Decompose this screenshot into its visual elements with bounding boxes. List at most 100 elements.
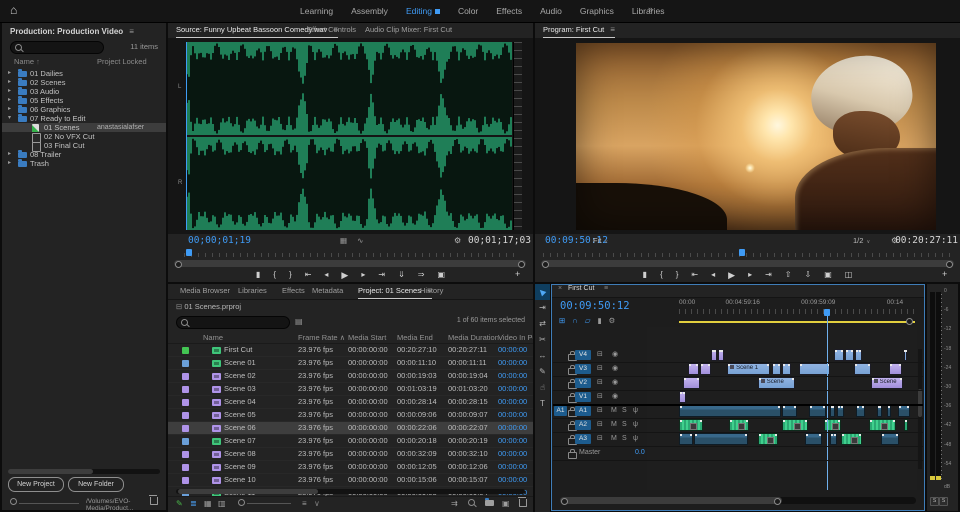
workspace-tab-editing[interactable]: Editing [406,6,440,16]
master-gain-value[interactable]: 0.0 [635,448,645,458]
production-search-input[interactable] [10,41,104,54]
source-ruler-playhead[interactable] [186,249,192,256]
tree-item-02-no-vfx-cut[interactable]: 02 No VFX Cut [2,132,166,141]
track-target-a3[interactable]: A3 [575,434,591,444]
zoom-slider[interactable] [10,498,79,507]
new-bin-button[interactable] [485,499,494,508]
wrench-icon[interactable]: ⚙ [454,236,461,245]
zoom-level-select[interactable]: Fit∨ [593,236,608,245]
export-frame-button[interactable]: ▣ [824,270,832,281]
timeline-vscrollbar[interactable] [918,349,922,469]
tree-expander-icon[interactable]: ▸ [8,87,11,96]
clip-v2[interactable] [683,377,700,389]
tree-item-02-scenes[interactable]: ▸02 Scenes [2,78,166,87]
label-color-chip[interactable] [182,386,189,393]
add-marker-button[interactable]: ▮ [597,316,601,325]
project-hscrollbar[interactable] [176,489,525,494]
clip-a2[interactable] [904,419,908,431]
clip-v3[interactable] [889,363,902,375]
tree-item-08-trailer[interactable]: ▸08 Trailer [2,150,166,159]
program-video-frame[interactable] [576,43,936,230]
mute-toggle[interactable]: M [611,406,617,416]
solo-right-button[interactable]: S [939,497,948,506]
sync-lock-toggle[interactable]: ⊟ [597,364,603,374]
filter-bin-icon[interactable]: ▤ [295,317,303,326]
track-output-toggle[interactable]: ◉ [612,364,618,374]
source-playhead[interactable] [186,42,187,230]
table-row[interactable]: Scene 0523.976 fps00:00:00:0000:00:09:06… [168,409,533,422]
workspace-tab-effects[interactable]: Effects [496,6,522,16]
add-marker-button[interactable]: ▮ [643,270,647,281]
timeline-playhead[interactable] [827,309,828,490]
delete-button[interactable] [519,499,527,509]
table-row[interactable]: Scene 0423.976 fps00:00:00:0000:00:28:14… [168,396,533,409]
step-back-button[interactable]: ◂ [324,270,328,281]
tab-audio-clip-mixer[interactable]: Audio Clip Mixer: First Cut [365,23,452,37]
label-color-chip[interactable] [182,438,189,445]
label-color-chip[interactable] [182,477,189,484]
tree-item-trash[interactable]: ▸Trash [2,159,166,168]
track-lock-icon[interactable] [568,452,577,459]
new-project-button[interactable]: New Project [8,477,64,492]
label-color-chip[interactable] [182,399,189,406]
button-editor-plus[interactable]: + [942,269,947,279]
tab-media-browser[interactable]: Media Browser [180,284,230,298]
tree-item-03-audio[interactable]: ▸03 Audio [2,87,166,96]
pen-tool[interactable]: ✎ [535,364,550,380]
column-project-locked[interactable]: Project Locked [97,57,147,66]
sync-lock-toggle[interactable]: ⊟ [597,378,603,388]
comparison-view-button[interactable]: ◫ [845,270,853,281]
go-to-out-button[interactable]: ⇥ [378,270,385,281]
clip-a1[interactable] [679,405,781,417]
track-target-v2[interactable]: V2 [575,378,591,388]
clip-a3[interactable] [830,433,837,445]
zoom-handle[interactable] [906,318,913,325]
clip-v4[interactable] [904,349,908,361]
track-target-v4[interactable]: V4 [575,350,591,360]
table-row[interactable]: Scene 0623.976 fps00:00:00:0000:00:22:06… [168,422,533,435]
clip-a3[interactable] [694,433,749,445]
tree-expander-icon[interactable]: ▸ [8,69,11,78]
column-media-end[interactable]: Media End [397,333,433,342]
play-button[interactable]: ▶ [728,270,735,281]
workspace-tab-graphics[interactable]: Graphics [580,6,614,16]
tree-expander-icon[interactable]: ▾ [8,114,11,123]
table-row[interactable]: Scene 0923.976 fps00:00:00:0000:00:12:05… [168,461,533,474]
linked-selection-toggle[interactable]: ▱ [585,316,591,325]
tab-sequence[interactable]: First Cut [568,285,594,292]
table-row[interactable]: Scene 0223.976 fps00:00:00:0000:00:19:03… [168,370,533,383]
clip-a1[interactable] [837,405,844,417]
clip-v4[interactable] [718,349,724,361]
voiceover-record-toggle[interactable]: ψ [633,420,638,430]
source-patch-a1[interactable]: A1 [554,406,567,416]
tree-expander-icon[interactable]: ▸ [8,78,11,87]
solo-toggle[interactable]: S [622,420,627,430]
timeline-hscrollbar[interactable] [560,497,916,504]
clip-v3[interactable] [772,363,781,375]
mute-toggle[interactable]: M [611,434,617,444]
sync-lock-toggle[interactable]: ⊟ [597,434,603,444]
automate-to-sequence-button[interactable]: ⇉ [451,499,458,508]
clip-v3[interactable] [782,363,791,375]
workspace-tab-color[interactable]: Color [458,6,478,16]
waveform-right-channel[interactable] [186,137,512,230]
tab-metadata[interactable]: Metadata [312,284,343,298]
timeline-playhead-marker[interactable] [824,309,830,316]
clip-a3[interactable] [758,433,778,445]
find-button[interactable] [468,499,475,508]
column-media-start[interactable]: Media Start [348,333,386,342]
tab-effect-controls[interactable]: Effect Controls [307,23,356,37]
tab-libraries[interactable]: Libraries [238,284,267,298]
program-ruler-playhead[interactable] [739,249,745,256]
close-icon[interactable]: × [558,285,562,292]
workspace-tab-assembly[interactable]: Assembly [351,6,388,16]
freeform-view-button[interactable]: ▥ [218,499,226,508]
slip-tool[interactable]: ↔ [535,348,550,364]
table-row[interactable]: Scene 0123.976 fps00:00:00:0000:00:11:10… [168,357,533,370]
clip-a2[interactable] [679,419,703,431]
table-row[interactable]: Scene 0823.976 fps00:00:00:0000:00:32:09… [168,448,533,461]
go-to-in-button[interactable]: ⇤ [691,270,698,281]
clip-a1[interactable] [809,405,827,417]
step-forward-button[interactable]: ▸ [361,270,365,281]
tree-item-07-ready-to-edit[interactable]: ▾07 Ready to Edit [2,114,166,123]
